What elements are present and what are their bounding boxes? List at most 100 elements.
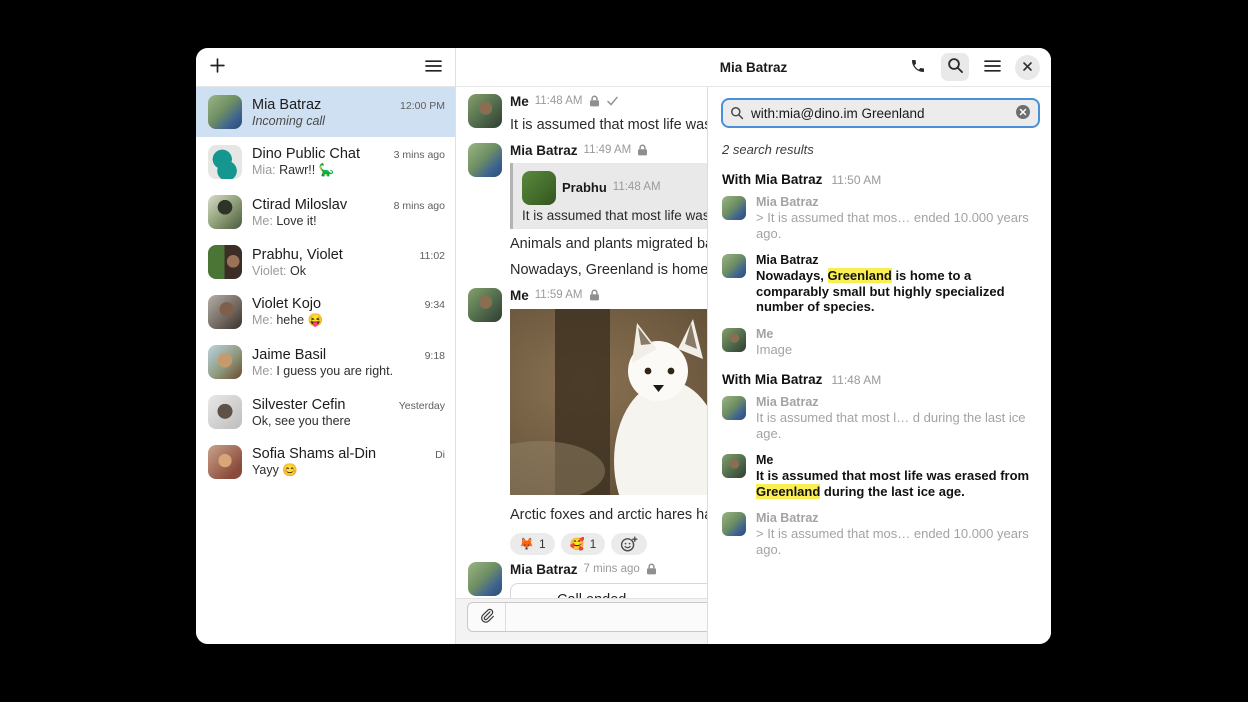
message-text: Animals and plants migrated back to Gr: [510, 234, 707, 255]
conversation-item[interactable]: Prabhu, Violet11:02Violet: Ok: [196, 237, 455, 287]
conversation-time: 12:00 PM: [400, 100, 445, 112]
conversation-item[interactable]: Sofia Shams al-DinDiYayy 😊: [196, 437, 455, 487]
conversation-info: Silvester CefinYesterdayOk, see you ther…: [252, 397, 445, 428]
avatar: [722, 254, 746, 278]
call-button[interactable]: [904, 53, 932, 81]
quote-text: It is assumed that most life was erased: [522, 208, 707, 223]
result-sender: Me: [756, 452, 1040, 468]
chat-message: Mia Batraz7 mins agoCall endedEnded at 1…: [468, 560, 707, 598]
conversation-name: Silvester Cefin: [252, 397, 345, 413]
search-group-header: With Mia Batraz11:48 AM: [722, 372, 1040, 387]
conversation-info: Jaime Basil9:18Me: I guess you are right…: [252, 347, 445, 378]
close-window-button[interactable]: [1015, 55, 1040, 80]
search-result-item[interactable]: Mia BatrazIt is assumed that most l… d d…: [722, 394, 1040, 441]
main-body: Me 11:48 AM It is assumed that most life w…: [456, 87, 1051, 644]
encrypted-lock-icon: [589, 289, 600, 301]
search-results-count: 2 search results: [722, 142, 1040, 157]
conversation-item[interactable]: Ctirad Miloslav8 mins agoMe: Love it!: [196, 187, 455, 237]
encrypted-lock-icon: [646, 563, 657, 575]
avatar: [208, 295, 242, 329]
result-sender: Mia Batraz: [756, 194, 1040, 210]
chat-message: Me 11:48 AM It is assumed that most life w…: [468, 92, 707, 136]
quote-time: 11:48 AM: [613, 181, 661, 193]
message-composer: [456, 598, 707, 644]
chat-menu-button[interactable]: [978, 53, 1006, 81]
message-time: 11:59 AM: [535, 289, 583, 301]
conversation-preview: Me: I guess you are right.: [252, 364, 445, 378]
avatar: [722, 328, 746, 352]
conversation-time: 8 mins ago: [394, 200, 445, 212]
conversation-item[interactable]: Dino Public Chat3 mins agoMia: Rawr!! 🦕: [196, 137, 455, 187]
search-icon: [730, 106, 744, 120]
message-text: It is assumed that most life was erased: [510, 115, 707, 136]
avatar: [468, 94, 502, 128]
conversation-name: Sofia Shams al-Din: [252, 446, 376, 462]
conversation-info: Dino Public Chat3 mins agoMia: Rawr!! 🦕: [252, 146, 445, 178]
result-sender: Mia Batraz: [756, 510, 1040, 526]
result-text: It is assumed that most life was erased …: [756, 468, 1040, 499]
search-field: [721, 98, 1040, 128]
message-content: Me 11:59 AM Arctic foxes and arctic hares …: [510, 286, 707, 555]
clear-search-button[interactable]: [1015, 104, 1031, 123]
search-toggle-button[interactable]: [941, 53, 969, 81]
conversation-info: Prabhu, Violet11:02Violet: Ok: [252, 247, 445, 278]
message-time: 11:48 AM: [535, 95, 583, 107]
conversation-item[interactable]: Mia Batraz12:00 PMIncoming call: [196, 87, 455, 137]
conversation-time: 9:34: [425, 299, 445, 311]
search-result-item[interactable]: Mia BatrazNowadays, Greenland is home to…: [722, 252, 1040, 315]
message-sender: Me: [510, 94, 529, 109]
conversation-name: Ctirad Miloslav: [252, 197, 347, 213]
avatar: [208, 245, 242, 279]
message-text: Arctic foxes and arctic hares have a mu: [510, 505, 707, 526]
search-result-item[interactable]: MeIt is assumed that most life was erase…: [722, 452, 1040, 499]
delivered-check-icon: [606, 96, 619, 106]
search-input[interactable]: [751, 106, 1008, 121]
conversation-info: Ctirad Miloslav8 mins agoMe: Love it!: [252, 197, 445, 228]
arctic-fox-image[interactable]: [510, 309, 707, 500]
search-result-item[interactable]: Mia Batraz> It is assumed that mos… ende…: [722, 194, 1040, 241]
avatar: [722, 512, 746, 536]
search-result-item[interactable]: MeImage: [722, 326, 1040, 358]
highlighted-term: Greenland: [828, 268, 892, 283]
conversation-item[interactable]: Violet Kojo9:34Me: hehe 😝: [196, 287, 455, 337]
result-text: Image: [756, 342, 792, 358]
main-pane: Mia Batraz: [456, 48, 1051, 644]
sidebar-menu-button[interactable]: [425, 59, 442, 76]
avatar: [208, 195, 242, 229]
search-result-item[interactable]: Mia Batraz> It is assumed that mos… ende…: [722, 510, 1040, 557]
conversation-info: Mia Batraz12:00 PMIncoming call: [252, 97, 445, 128]
quoted-message[interactable]: Prabhu 11:48 AM It is assumed that most li…: [510, 163, 707, 229]
conversation-name: Jaime Basil: [252, 347, 326, 363]
conversation-item[interactable]: Silvester CefinYesterdayOk, see you ther…: [196, 387, 455, 437]
hamburger-menu-icon: [425, 59, 442, 76]
attach-file-button[interactable]: [468, 603, 506, 631]
call-info-card: Call endedEnded at 12:06 PM · Lasted 6 m…: [510, 583, 707, 598]
conversation-list: Mia Batraz12:00 PMIncoming call Dino Publ…: [196, 87, 455, 644]
avatar: [722, 196, 746, 220]
conversation-name: Dino Public Chat: [252, 146, 360, 162]
result-text: > It is assumed that mos… ended 10.000 y…: [756, 210, 1040, 241]
message-sender: Mia Batraz: [510, 562, 578, 577]
message-time: 11:49 AM: [584, 144, 632, 156]
plus-icon: [209, 57, 226, 77]
quote-sender: Prabhu: [562, 180, 607, 195]
chat-message: Me 11:59 AM Arctic foxes and arctic hares …: [468, 286, 707, 555]
message-sender: Me: [510, 288, 529, 303]
avatar: [468, 562, 502, 596]
encrypted-lock-icon: [637, 144, 648, 156]
avatar: [208, 345, 242, 379]
conversation-item[interactable]: Jaime Basil9:18Me: I guess you are right…: [196, 337, 455, 387]
conversation-time: 3 mins ago: [394, 149, 445, 161]
result-text: It is assumed that most l… d during the …: [756, 410, 1040, 441]
reaction-pill[interactable]: 🦊 1: [510, 533, 555, 555]
reaction-pill[interactable]: 🥰 1: [561, 533, 606, 555]
add-reaction-button[interactable]: [611, 533, 647, 555]
search-panel: 2 search results With Mia Batraz11:50 AM…: [707, 87, 1051, 644]
search-group-time: 11:50 AM: [831, 173, 881, 187]
clear-icon: [1015, 104, 1031, 123]
result-sender: Mia Batraz: [756, 252, 1040, 268]
avatar: [208, 145, 242, 179]
add-conversation-button[interactable]: [209, 57, 226, 77]
paperclip-icon: [479, 607, 495, 627]
search-bar: [708, 87, 1051, 133]
